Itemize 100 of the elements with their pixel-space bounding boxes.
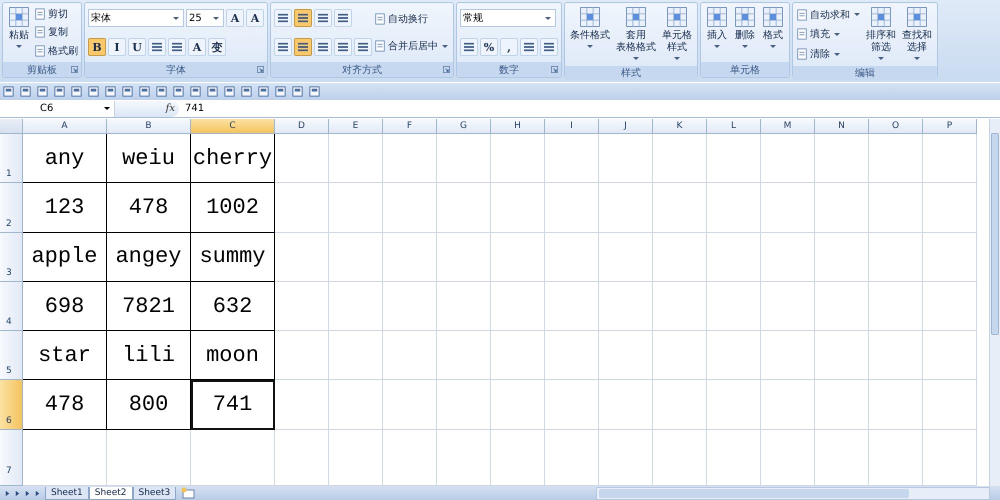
vertical-scrollbar[interactable] — [989, 119, 1000, 486]
column-header[interactable]: F — [383, 119, 437, 134]
tool-button[interactable] — [354, 38, 372, 56]
toolbar-icon[interactable] — [308, 85, 321, 98]
dropdown-field[interactable]: 25 — [186, 9, 224, 27]
toolbar-icon[interactable] — [257, 85, 270, 98]
format-button[interactable]: B — [88, 38, 106, 56]
new-sheet-icon[interactable] — [180, 487, 196, 499]
toolbar-icon[interactable] — [223, 85, 236, 98]
format-button[interactable]: A — [246, 9, 264, 27]
toolbar-icon[interactable] — [19, 85, 32, 98]
toolbar-icon[interactable] — [2, 85, 15, 98]
formula-input[interactable]: 741 — [179, 103, 1000, 114]
toolbar-icon[interactable] — [87, 85, 100, 98]
toolbar-icon[interactable] — [121, 85, 134, 98]
format-button[interactable]: % — [480, 38, 498, 56]
tool-button[interactable] — [274, 9, 292, 27]
toolbar-icon[interactable] — [155, 85, 168, 98]
table-cell: lili — [107, 331, 191, 380]
ribbon-button[interactable]: 查找和 选择 — [900, 5, 934, 64]
ribbon-button[interactable]: 插入 — [704, 5, 730, 60]
tool-button[interactable] — [520, 38, 538, 56]
launcher-icon[interactable] — [257, 66, 264, 73]
toolbar-icon[interactable] — [291, 85, 304, 98]
column-header[interactable]: I — [545, 119, 599, 134]
row-header[interactable]: 3 — [0, 232, 23, 282]
launcher-icon[interactable] — [443, 66, 450, 73]
format-button[interactable]: A — [188, 38, 206, 56]
ribbon-button[interactable]: 剪切 — [34, 6, 78, 22]
ribbon-button[interactable]: 删除 — [732, 5, 758, 60]
column-header[interactable]: A — [23, 119, 107, 134]
toolbar-icon[interactable] — [240, 85, 253, 98]
ribbon-button[interactable]: 自动求和 — [796, 6, 862, 23]
ribbon-button[interactable]: 格式刷 — [34, 42, 78, 59]
toolbar-icon[interactable] — [104, 85, 117, 98]
tool-button[interactable] — [334, 38, 352, 56]
column-header[interactable]: M — [761, 119, 815, 134]
tool-button[interactable] — [314, 38, 332, 56]
ribbon-button[interactable]: 排序和 筛选 — [864, 5, 898, 64]
ribbon-button[interactable]: 套用 表格格式 — [614, 5, 658, 64]
column-header[interactable]: B — [107, 119, 191, 134]
sheet-tab[interactable]: Sheet2 — [88, 486, 132, 500]
column-header[interactable]: E — [329, 119, 383, 134]
row-header[interactable]: 6 — [0, 380, 23, 430]
horizontal-scrollbar[interactable] — [596, 486, 990, 500]
row-header[interactable]: 7 — [0, 430, 23, 486]
column-header[interactable]: P — [923, 119, 977, 134]
column-header[interactable]: C — [191, 119, 275, 134]
empty-cell — [761, 134, 815, 184]
tool-button[interactable] — [314, 9, 332, 27]
ribbon-button[interactable]: 清除 — [796, 46, 862, 62]
column-header[interactable]: J — [599, 119, 653, 134]
column-header[interactable]: K — [653, 119, 707, 134]
sheet-tab[interactable]: Sheet1 — [45, 486, 89, 500]
tool-button[interactable] — [148, 38, 166, 56]
empty-cell — [599, 331, 653, 380]
row-header[interactable]: 4 — [0, 282, 23, 332]
toolbar-icon[interactable] — [274, 85, 287, 98]
ribbon-button[interactable]: 单元格 样式 — [660, 5, 694, 64]
tool-button[interactable] — [334, 9, 352, 27]
ribbon-button[interactable]: 填充 — [796, 26, 862, 42]
launcher-icon[interactable] — [551, 66, 558, 73]
row-header[interactable]: 1 — [0, 134, 23, 184]
sheet-tab[interactable]: Sheet3 — [132, 486, 176, 500]
column-header[interactable]: L — [707, 119, 761, 134]
column-header[interactable]: N — [815, 119, 869, 134]
column-header[interactable]: D — [275, 119, 329, 134]
toolbar-icon[interactable] — [36, 85, 49, 98]
function-button[interactable]: fx — [166, 103, 175, 114]
format-button[interactable]: , — [500, 38, 518, 56]
toolbar-icon[interactable] — [138, 85, 151, 98]
tool-button[interactable] — [540, 38, 558, 56]
tool-button[interactable] — [460, 38, 478, 56]
tool-button[interactable] — [274, 38, 292, 56]
column-header[interactable]: G — [437, 119, 491, 134]
row-header[interactable]: 2 — [0, 183, 23, 233]
tool-button[interactable] — [168, 38, 186, 56]
ribbon-button[interactable]: 自动换行 — [374, 10, 450, 27]
ribbon-button[interactable]: 格式 — [760, 5, 786, 60]
format-button[interactable]: A — [226, 9, 244, 27]
toolbar-icon[interactable] — [70, 85, 83, 98]
ribbon-button[interactable]: 复制 — [34, 24, 78, 40]
ribbon-button[interactable]: 合并后居中 — [374, 38, 450, 54]
toolbar-icon[interactable] — [189, 85, 202, 98]
dropdown-field[interactable]: 常规 — [460, 9, 556, 27]
format-button[interactable]: 变 — [208, 38, 226, 56]
ribbon-button[interactable]: 条件格式 — [568, 5, 612, 64]
toolbar-icon[interactable] — [53, 85, 66, 98]
row-header[interactable]: 5 — [0, 331, 23, 380]
column-header[interactable]: O — [869, 119, 923, 134]
tool-button[interactable] — [294, 38, 312, 56]
ribbon-button[interactable]: 粘贴 — [6, 5, 32, 60]
toolbar-icon[interactable] — [206, 85, 219, 98]
format-button[interactable]: U — [128, 38, 146, 56]
toolbar-icon[interactable] — [172, 85, 185, 98]
dropdown-field[interactable]: 宋体 — [88, 9, 184, 27]
column-header[interactable]: H — [491, 119, 545, 134]
tool-button[interactable] — [294, 9, 312, 27]
launcher-icon[interactable] — [71, 66, 78, 73]
format-button[interactable]: I — [108, 38, 126, 56]
